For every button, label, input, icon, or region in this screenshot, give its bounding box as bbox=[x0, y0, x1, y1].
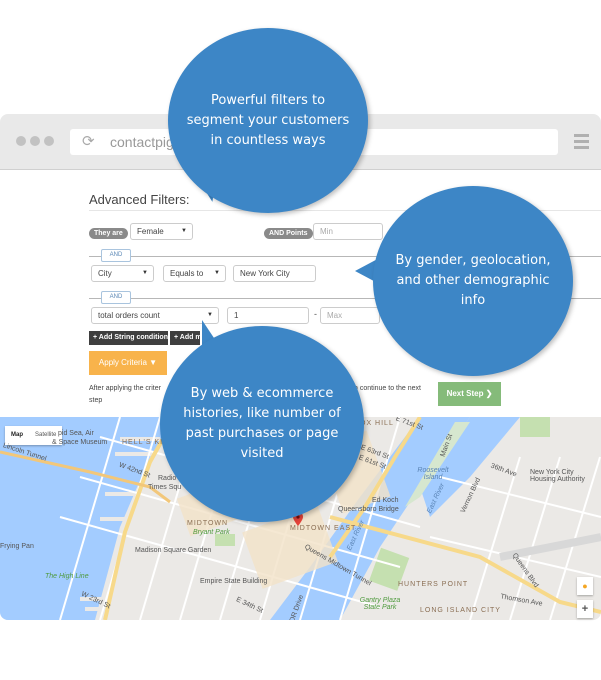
and-toggle-2[interactable]: AND bbox=[101, 291, 131, 304]
max-count-input[interactable]: Max bbox=[320, 307, 380, 324]
map-label: Frying Pan bbox=[0, 543, 34, 550]
map-label: Madison Square Garden bbox=[135, 547, 212, 554]
map-label: Queensboro Bridge bbox=[338, 506, 399, 513]
reload-icon[interactable]: ⟳ bbox=[82, 132, 95, 150]
next-step-button[interactable]: Next Step ❯ bbox=[438, 382, 501, 406]
pegman-icon[interactable]: ● bbox=[577, 577, 593, 595]
park bbox=[520, 417, 550, 437]
map-label: LONG ISLAND CITY bbox=[420, 607, 501, 614]
callout-demographic: By gender, geolocation, and other demogr… bbox=[373, 186, 573, 376]
metric-value: total orders count bbox=[98, 311, 160, 320]
advanced-filters-title: Advanced Filters: bbox=[89, 192, 190, 207]
map-label: MIDTOWN EAST bbox=[290, 525, 357, 532]
field-value: City bbox=[98, 269, 112, 278]
range-separator: - bbox=[314, 309, 317, 319]
gender-select[interactable]: Female ▼ bbox=[130, 223, 193, 240]
and-toggle-1[interactable]: AND bbox=[101, 249, 131, 262]
map-label: Bryant Park bbox=[193, 529, 230, 536]
map-label: Gantry Plaza State Park bbox=[359, 597, 401, 611]
map-label: & Space Museum bbox=[52, 439, 108, 446]
caret-down-icon: ▼ bbox=[214, 270, 220, 276]
callout-histories: By web & ecommerce histories, like numbe… bbox=[160, 326, 364, 522]
window-dot-icon[interactable] bbox=[16, 136, 26, 146]
operator-value: Equals to bbox=[170, 269, 204, 278]
hamburger-menu-icon[interactable] bbox=[574, 134, 589, 152]
they-are-pill: They are bbox=[89, 228, 128, 239]
caret-down-icon: ▼ bbox=[181, 228, 187, 234]
map-label: The High Line bbox=[45, 573, 89, 580]
map-label: HUNTERS POINT bbox=[398, 581, 469, 588]
min-count-input[interactable]: 1 bbox=[227, 307, 309, 324]
callout-filters: Powerful filters to segment your custome… bbox=[168, 28, 368, 213]
add-string-condition-button[interactable]: + Add String condition bbox=[89, 331, 168, 345]
callout-text: By gender, geolocation, and other demogr… bbox=[395, 253, 551, 308]
city-input[interactable]: New York City bbox=[233, 265, 316, 282]
field-select[interactable]: City ▼ bbox=[91, 265, 154, 282]
map-label: OX HILL bbox=[360, 420, 394, 427]
window-dot-icon[interactable] bbox=[44, 136, 54, 146]
help-text-line: step bbox=[89, 397, 103, 404]
caret-down-icon: ▼ bbox=[142, 270, 148, 276]
apply-criteria-button[interactable]: Apply Criteria ▼ bbox=[89, 351, 167, 375]
map-type-map-button[interactable]: Map bbox=[5, 426, 29, 445]
map-label: Radio bbox=[158, 475, 177, 482]
callout-text: Powerful filters to segment your custome… bbox=[186, 92, 350, 148]
window-controls bbox=[16, 136, 54, 146]
add-more-condition-button[interactable]: + Add m bbox=[170, 331, 200, 345]
gender-value: Female bbox=[137, 227, 164, 236]
metric-select[interactable]: total orders count ▼ bbox=[91, 307, 219, 324]
map-label: Roosevelt Island bbox=[417, 467, 449, 481]
map-label: MIDTOWN bbox=[187, 520, 229, 527]
callout-text: By web & ecommerce histories, like numbe… bbox=[183, 386, 341, 461]
operator-select[interactable]: Equals to ▼ bbox=[163, 265, 226, 282]
help-text-right: n continue to the next bbox=[354, 385, 421, 392]
map-label: Empire State Building bbox=[200, 578, 268, 585]
window-dot-icon[interactable] bbox=[30, 136, 40, 146]
help-text: After applying the criter step bbox=[89, 383, 161, 407]
map-label: pid Sea, Air bbox=[58, 430, 94, 437]
map-label: New York City Housing Authority bbox=[530, 469, 585, 483]
and-points-pill: AND Points bbox=[264, 228, 313, 239]
map-label: Times Squ bbox=[148, 484, 182, 491]
help-text-line: After applying the criter bbox=[89, 385, 161, 392]
map-label: Ed Koch bbox=[372, 497, 399, 504]
points-min-input[interactable]: Min bbox=[313, 223, 383, 240]
zoom-in-button[interactable]: + bbox=[577, 600, 593, 618]
